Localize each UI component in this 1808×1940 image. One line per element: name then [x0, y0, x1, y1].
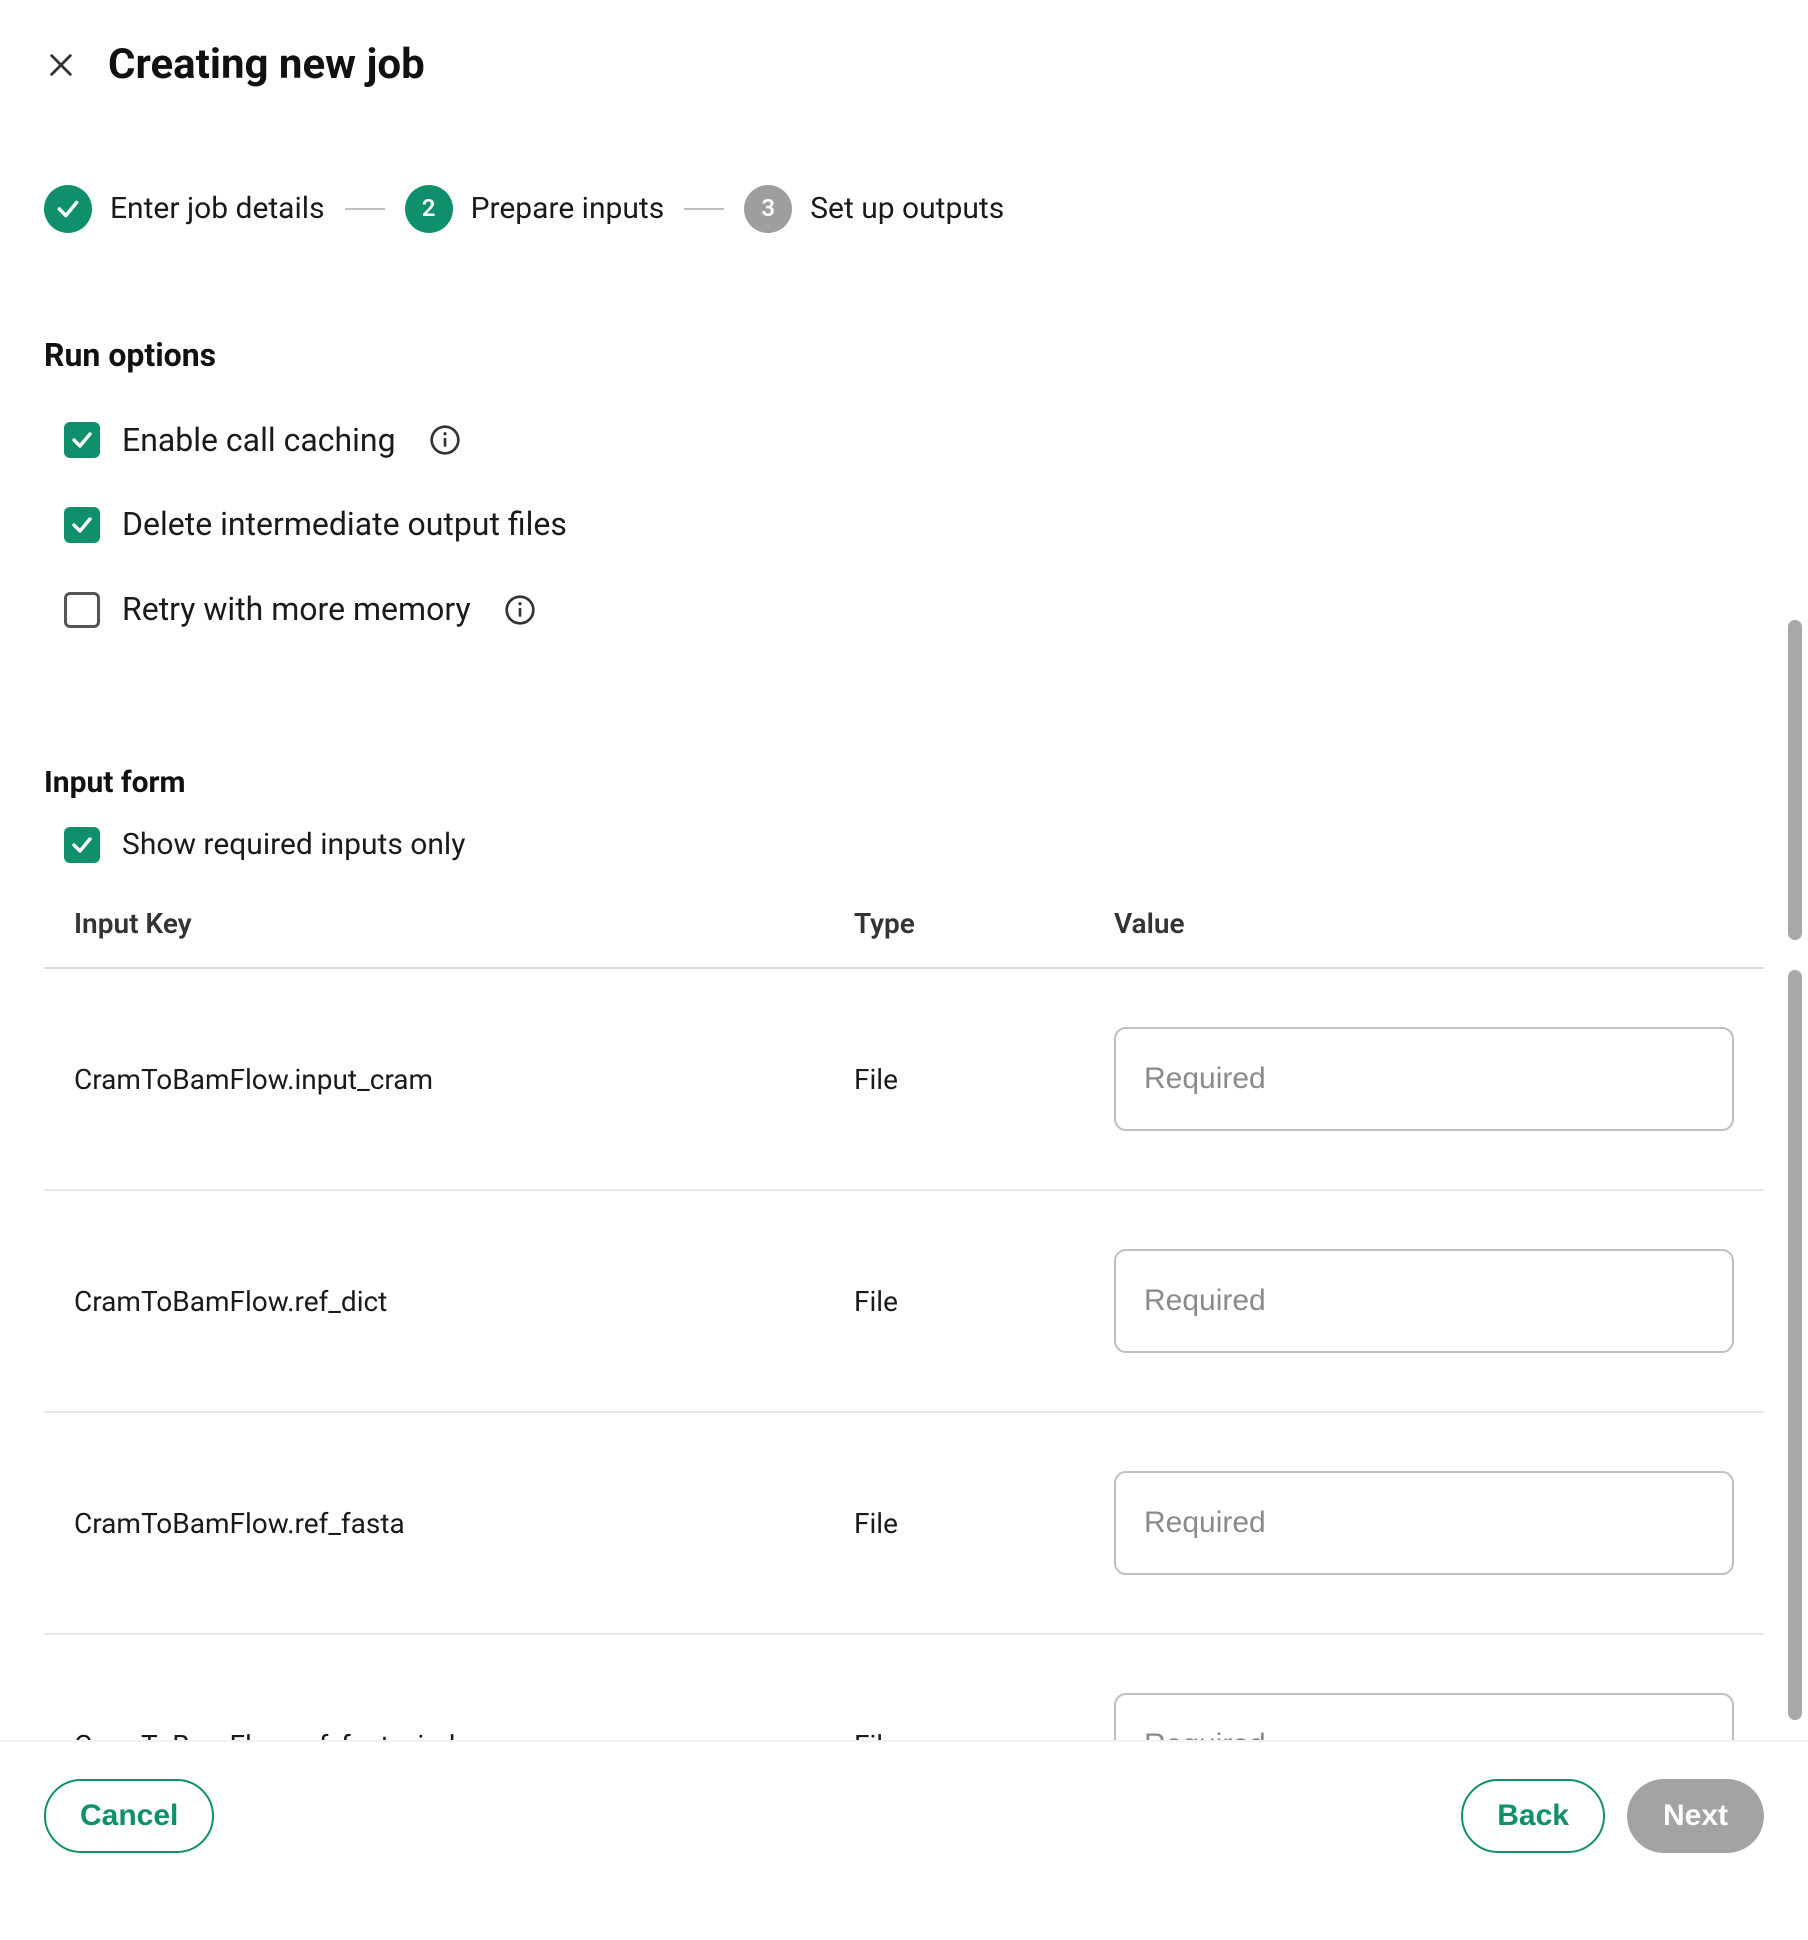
- table-row: CramToBamFlow.input_cram File: [44, 969, 1764, 1191]
- checkbox-retry-more-memory[interactable]: [64, 592, 100, 628]
- input-type: File: [854, 1504, 1114, 1543]
- input-table-header: Input Key Type Value: [44, 896, 1764, 969]
- input-type: File: [854, 1060, 1114, 1099]
- option-label: Enable call caching: [122, 418, 396, 463]
- option-label: Delete intermediate output files: [122, 502, 567, 547]
- footer: Cancel Back Next: [0, 1740, 1808, 1940]
- scrollbar-icon[interactable]: [1788, 620, 1802, 940]
- checkmark-icon: [44, 185, 92, 233]
- stepper: Enter job details 2 Prepare inputs 3 Set…: [44, 185, 1764, 233]
- table-row: CramToBamFlow.ref_fasta File: [44, 1413, 1764, 1635]
- checkbox-enable-call-caching[interactable]: [64, 422, 100, 458]
- checkbox-delete-intermediate[interactable]: [64, 507, 100, 543]
- input-key: CramToBamFlow.ref_fasta: [74, 1504, 854, 1543]
- step-label: Set up outputs: [810, 188, 1004, 230]
- info-icon[interactable]: [428, 423, 462, 457]
- option-delete-intermediate: Delete intermediate output files: [64, 502, 1764, 547]
- dialog-header: Creating new job: [44, 36, 1764, 95]
- page-title: Creating new job: [108, 36, 425, 95]
- step-number-icon: 2: [405, 185, 453, 233]
- column-header-key: Input Key: [74, 904, 854, 943]
- option-retry-more-memory: Retry with more memory: [64, 587, 1764, 632]
- input-key: CramToBamFlow.ref_dict: [74, 1282, 854, 1321]
- column-header-type: Type: [854, 904, 1114, 943]
- option-label: Retry with more memory: [122, 587, 471, 632]
- input-key: CramToBamFlow.input_cram: [74, 1060, 854, 1099]
- input-form-heading: Input form: [44, 762, 1764, 804]
- next-button[interactable]: Next: [1627, 1779, 1764, 1853]
- column-header-value: Value: [1114, 904, 1734, 943]
- cancel-button[interactable]: Cancel: [44, 1779, 214, 1853]
- show-required-label: Show required inputs only: [122, 824, 465, 866]
- step-connector-icon: [345, 208, 385, 210]
- checkbox-show-required[interactable]: [64, 827, 100, 863]
- run-options-heading: Run options: [44, 333, 1764, 378]
- input-type: File: [854, 1282, 1114, 1321]
- step-connector-icon: [684, 208, 724, 210]
- step-enter-job-details[interactable]: Enter job details: [44, 185, 325, 233]
- step-label: Enter job details: [110, 188, 325, 230]
- option-enable-call-caching: Enable call caching: [64, 418, 1764, 463]
- input-value-field[interactable]: [1114, 1471, 1734, 1575]
- input-value-field[interactable]: [1114, 1249, 1734, 1353]
- step-number-icon: 3: [744, 185, 792, 233]
- input-value-field[interactable]: [1114, 1027, 1734, 1131]
- table-row: CramToBamFlow.ref_dict File: [44, 1191, 1764, 1413]
- show-required-row: Show required inputs only: [44, 824, 1764, 866]
- step-prepare-inputs[interactable]: 2 Prepare inputs: [405, 185, 665, 233]
- back-button[interactable]: Back: [1461, 1779, 1605, 1853]
- close-icon[interactable]: [44, 48, 78, 82]
- info-icon[interactable]: [503, 593, 537, 627]
- scrollbar-icon[interactable]: [1788, 970, 1802, 1720]
- step-set-up-outputs[interactable]: 3 Set up outputs: [744, 185, 1004, 233]
- step-label: Prepare inputs: [471, 188, 665, 230]
